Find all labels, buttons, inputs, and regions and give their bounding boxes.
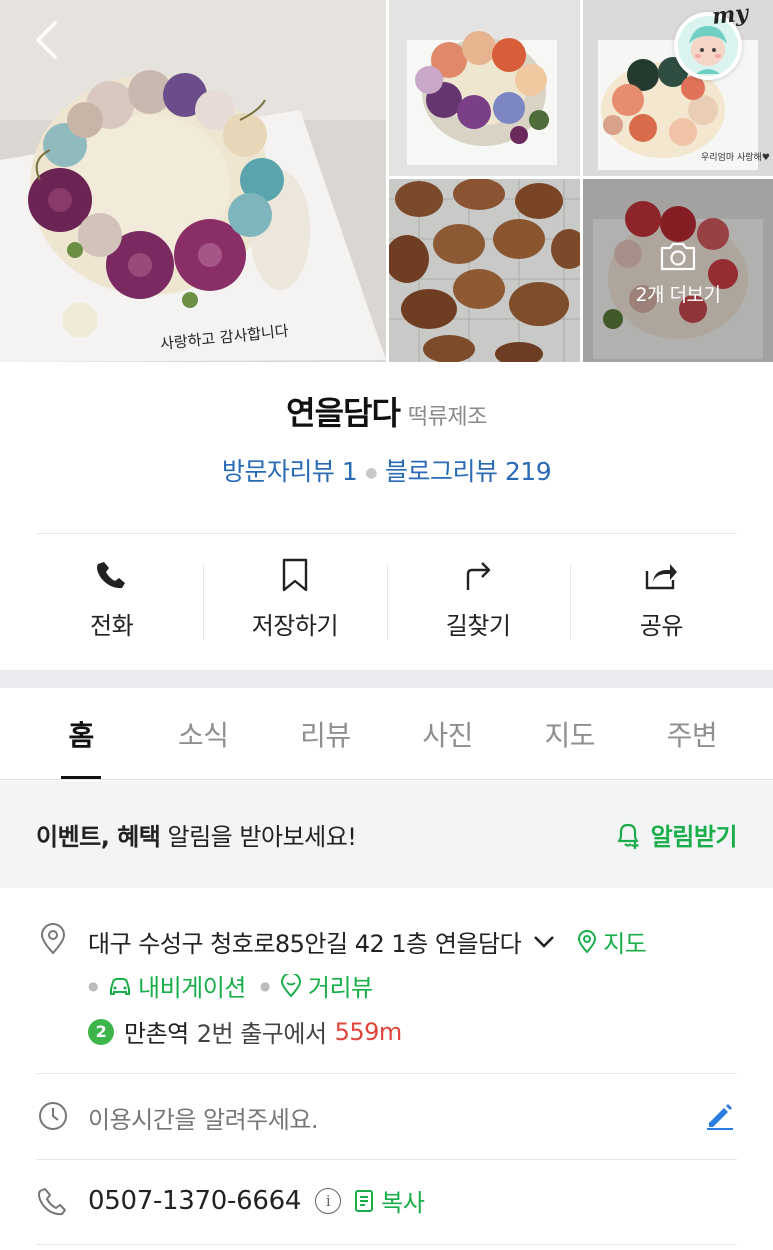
phone-number[interactable]: 0507-1370-6664 <box>88 1186 301 1216</box>
navigation-label: 내비게이션 <box>137 974 246 1002</box>
tab-photos[interactable]: 사진 <box>387 688 509 779</box>
save-label: 저장하기 <box>251 612 339 640</box>
event-banner: 이벤트, 혜택 알림을 받아보세요! 알림받기 <box>0 781 773 888</box>
map-link-label: 지도 <box>603 930 647 958</box>
phone-outline-icon <box>36 1184 70 1218</box>
share-button[interactable]: 공유 <box>569 548 753 658</box>
camera-icon <box>660 242 696 271</box>
tab-bar: 홈 소식 리뷰 사진 지도 주변 <box>0 688 773 780</box>
separator-dot: ● <box>88 978 98 993</box>
streetview-pin-icon <box>280 973 301 997</box>
event-text: 알림을 받아보세요! <box>160 823 357 851</box>
phone-icon <box>95 558 129 592</box>
event-message: 이벤트, 혜택 알림을 받아보세요! <box>36 817 357 852</box>
tab-map[interactable]: 지도 <box>509 688 631 779</box>
photo-gallery: 사랑하고 감사합니다 우리엄마 사랑해♥ 2개 더보기 my <box>0 0 773 362</box>
streetview-label: 거리뷰 <box>307 974 373 1002</box>
map-pin-icon <box>578 929 597 954</box>
tab-news[interactable]: 소식 <box>142 688 264 779</box>
share-icon <box>644 558 678 592</box>
cake-message-2: 우리엄마 사랑해♥ <box>701 151 770 163</box>
pencil-icon <box>707 1104 733 1130</box>
location-pin-icon <box>36 922 70 956</box>
directions-button[interactable]: 길찾기 <box>386 548 570 658</box>
my-profile-button[interactable]: my <box>672 0 749 80</box>
tab-reviews[interactable]: 리뷰 <box>264 688 386 779</box>
clock-icon <box>36 1099 70 1133</box>
directions-icon <box>461 558 495 592</box>
map-link[interactable]: 지도 <box>577 924 647 959</box>
my-label: my <box>710 0 750 30</box>
streetview-link[interactable]: 거리뷰 <box>280 968 373 1003</box>
blog-review-link[interactable]: 블로그리뷰 219 <box>385 457 552 486</box>
florentine-cookies-image <box>389 179 580 362</box>
photo-thumb-1[interactable] <box>389 0 580 176</box>
station-name: 만촌역 <box>124 1020 189 1048</box>
place-category: 떡류제조 <box>407 405 487 430</box>
divider <box>36 1244 737 1245</box>
notification-button[interactable]: 알림받기 <box>613 817 738 852</box>
exit-text: 2번 출구에서 <box>196 1020 327 1048</box>
navigation-links: ● 내비게이션 ● 거리뷰 <box>88 968 373 1003</box>
address-line: 대구 수성구 청호로85안길 42 1층 연을담다 지도 <box>88 924 647 959</box>
tab-home[interactable]: 홈 <box>20 688 142 779</box>
car-icon <box>109 977 130 995</box>
visitor-review-link[interactable]: 방문자리뷰 1 <box>222 457 358 486</box>
copy-button[interactable]: 복사 <box>353 1183 425 1218</box>
place-title: 연을담다 떡류제조 <box>0 388 773 434</box>
section-divider <box>0 670 773 688</box>
subway-info: 2 만촌역 2번 출구에서 559m <box>88 1014 402 1049</box>
phone-section: 0507-1370-6664 i 복사 <box>36 1184 737 1218</box>
place-name: 연을담다 <box>286 394 401 432</box>
review-summary: 방문자리뷰 1 ● 블로그리뷰 219 <box>0 452 773 488</box>
hours-section: 이용시간을 알려주세요. <box>36 1099 737 1135</box>
call-label: 전화 <box>90 612 134 640</box>
phone-line: 0507-1370-6664 i 복사 <box>88 1183 425 1218</box>
more-photos-button[interactable]: 2개 더보기 <box>583 179 773 362</box>
share-label: 공유 <box>639 612 684 640</box>
address-text[interactable]: 대구 수성구 청호로85안길 42 1층 연을담다 <box>88 924 522 959</box>
photo-thumb-3[interactable] <box>389 179 580 362</box>
tab-nearby[interactable]: 주변 <box>631 688 753 779</box>
notification-label: 알림받기 <box>650 823 738 851</box>
bell-plus-icon <box>617 823 639 849</box>
separator-dot: ● <box>365 465 377 481</box>
subway-line-badge: 2 <box>88 1018 114 1045</box>
navigation-link[interactable]: 내비게이션 <box>108 968 246 1003</box>
info-icon[interactable]: i <box>315 1187 342 1214</box>
back-button[interactable] <box>24 18 68 62</box>
hours-placeholder[interactable]: 이용시간을 알려주세요. <box>88 1100 319 1135</box>
flower-cake-image-2 <box>389 0 580 176</box>
chevron-left-icon <box>36 21 57 59</box>
separator-dot: ● <box>259 978 270 993</box>
copy-label: 복사 <box>381 1189 425 1217</box>
save-button[interactable]: 저장하기 <box>203 548 386 658</box>
distance-value: 559m <box>334 1017 403 1046</box>
address-section: 대구 수성구 청호로85안길 42 1층 연을담다 지도 ● 내비게이션 ● 거… <box>36 922 737 1052</box>
edit-hours-button[interactable] <box>703 1099 737 1133</box>
divider <box>36 533 737 534</box>
divider <box>36 1159 737 1160</box>
more-photos-label: 2개 더보기 <box>635 284 721 306</box>
directions-label: 길찾기 <box>445 612 511 640</box>
bookmark-icon <box>278 558 312 592</box>
copy-icon <box>355 1189 374 1212</box>
chevron-down-icon[interactable] <box>533 935 555 949</box>
divider <box>36 1073 737 1074</box>
action-bar: 전화 저장하기 길찾기 공유 <box>20 548 753 658</box>
call-button[interactable]: 전화 <box>20 548 203 658</box>
event-bold-text: 이벤트, 혜택 <box>36 823 161 851</box>
